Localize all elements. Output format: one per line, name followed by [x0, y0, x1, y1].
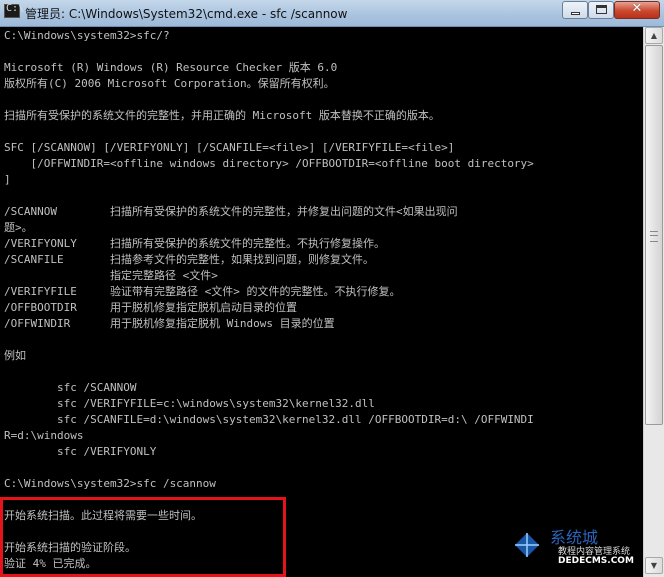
console-line: /SCANNOW 扫描所有受保护的系统文件的完整性，并修复出问题的文件<如果出现…	[4, 205, 458, 218]
console-text: C:\Windows\system32>sfc/? Microsoft (R) …	[4, 28, 640, 572]
close-icon: ✕	[631, 1, 643, 16]
console-line: R=d:\windows	[4, 429, 84, 442]
console-line: C:\Windows\system32>sfc/?	[4, 29, 170, 42]
minimize-icon	[571, 12, 580, 15]
console-output[interactable]: C:\Windows\system32>sfc/? Microsoft (R) …	[4, 28, 640, 577]
cmd-icon[interactable]: C:\	[4, 3, 24, 18]
console-line: /OFFWINDIR 用于脱机修复指定脱机 Windows 目录的位置	[4, 317, 335, 330]
console-line: SFC [/SCANNOW] [/VERIFYONLY] [/SCANFILE=…	[4, 141, 455, 154]
console-line: 例如	[4, 349, 26, 362]
minimize-button[interactable]	[562, 1, 588, 19]
console-line: 版权所有(C) 2006 Microsoft Corporation。保留所有权…	[4, 77, 335, 90]
scroll-down-button[interactable]: ▼	[645, 557, 663, 574]
console-line: Microsoft (R) Windows (R) Resource Check…	[4, 61, 338, 74]
console-line: 开始系统扫描。此过程将需要一些时间。	[4, 509, 202, 522]
close-button[interactable]: ✕	[614, 1, 660, 19]
grip-icon	[650, 231, 658, 242]
console-line: sfc /SCANFILE=d:\windows\system32\kernel…	[4, 413, 534, 426]
console-line: 指定完整路径 <文件>	[4, 269, 218, 282]
console-line: /OFFBOOTDIR 用于脱机修复指定脱机启动目录的位置	[4, 301, 297, 314]
console-line: sfc /VERIFYFILE=c:\windows\system32\kern…	[4, 397, 375, 410]
console-line: 扫描所有受保护的系统文件的完整性，并用正确的 Microsoft 版本替换不正确…	[4, 109, 440, 122]
console-line: /VERIFYONLY 扫描所有受保护的系统文件的完整性。不执行修复操作。	[4, 237, 385, 250]
title-bar[interactable]: C:\ 管理员: C:\Windows\System32\cmd.exe - s…	[0, 0, 664, 27]
console-line: 验证 4% 已完成。	[4, 557, 97, 570]
console-line: /VERIFYFILE 验证带有完整路径 <文件> 的文件的完整性。不执行修复。	[4, 285, 401, 298]
console-line: sfc /VERIFYONLY	[4, 445, 157, 458]
scroll-up-button[interactable]: ▲	[645, 27, 663, 44]
vertical-scrollbar[interactable]: ▲ ▼	[643, 27, 664, 577]
console-line: /SCANFILE 扫描参考文件的完整性，如果找到问题，则修复文件。	[4, 253, 374, 266]
cmd-window: C:\ 管理员: C:\Windows\System32\cmd.exe - s…	[0, 0, 664, 577]
console-line: C:\Windows\system32>sfc /scannow	[4, 477, 216, 490]
scroll-thumb[interactable]	[645, 45, 663, 425]
console-line: 题>。	[4, 221, 33, 234]
console-line: [/OFFWINDIR=<offline windows directory> …	[4, 157, 534, 170]
console-line: 开始系统扫描的验证阶段。	[4, 541, 136, 554]
console-line: ]	[4, 173, 11, 186]
maximize-icon	[596, 5, 607, 14]
console-line: sfc /SCANNOW	[4, 381, 137, 394]
maximize-button[interactable]	[588, 1, 614, 19]
window-title: 管理员: C:\Windows\System32\cmd.exe - sfc /…	[25, 7, 348, 21]
